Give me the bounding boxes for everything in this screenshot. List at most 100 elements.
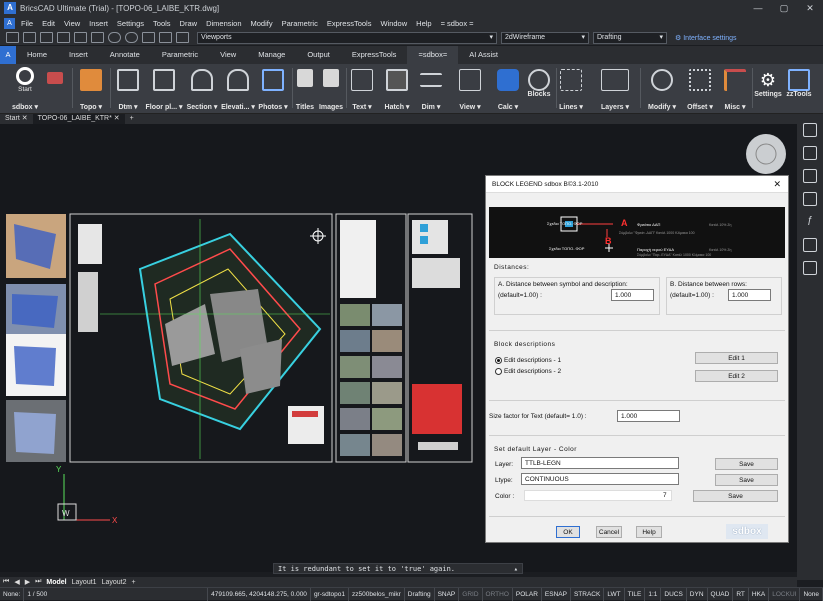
radio-desc-1[interactable]: Edit descriptions - 1 — [495, 357, 561, 364]
tab-layout1[interactable]: Layout1 — [72, 579, 97, 586]
minimize-icon[interactable]: — — [745, 0, 771, 16]
app-menu-icon[interactable]: A — [4, 17, 15, 29]
menu-insert[interactable]: Insert — [89, 19, 108, 28]
menu-edit[interactable]: Edit — [42, 19, 55, 28]
save-icon[interactable] — [40, 32, 53, 43]
toggle-strack[interactable]: STRACK — [571, 587, 605, 601]
tab-output[interactable]: Output — [296, 46, 341, 64]
dist-b-input[interactable]: 1.000 — [728, 289, 771, 301]
size-factor-input[interactable]: 1.000 — [617, 410, 680, 422]
tab-nav-last-icon[interactable]: ⏭ — [35, 578, 41, 586]
open-file-icon[interactable] — [23, 32, 36, 43]
save-layer-button[interactable]: Save — [715, 458, 778, 470]
edit-2-button[interactable]: Edit 2 — [695, 370, 778, 382]
toggle-polar[interactable]: POLAR — [513, 587, 542, 601]
ribbon-settings[interactable]: ⚙ Settings — [754, 64, 782, 114]
menu-window[interactable]: Window — [380, 19, 407, 28]
status-workspace[interactable]: Drafting — [405, 587, 435, 601]
doc-tab-drawing[interactable]: TOPO-06_LAIBE_KTR* ✕ — [32, 114, 125, 124]
workspace-select[interactable]: Drafting ▾ — [593, 31, 667, 44]
tab-view[interactable]: View — [209, 46, 247, 64]
tab-sdbox[interactable]: =sdbox= — [407, 46, 459, 64]
status-none-select[interactable]: None — [800, 587, 823, 601]
command-line[interactable]: It is redundant to set it to 'true' agai… — [273, 563, 523, 574]
add-tab-icon[interactable]: + — [125, 114, 139, 124]
ribbon-sdbox[interactable]: Start sdbox ▾ — [6, 64, 44, 114]
doc-tab-start[interactable]: Start ✕ — [0, 114, 33, 124]
tab-expresstools[interactable]: ExpressTools — [341, 46, 408, 64]
tab-nav-first-icon[interactable]: ⏮ — [3, 578, 9, 586]
layers-panel-icon[interactable] — [803, 146, 817, 160]
tab-parametric[interactable]: Parametric — [151, 46, 209, 64]
menu-draw[interactable]: Draw — [180, 19, 198, 28]
toggle-tile[interactable]: TILE — [625, 587, 646, 601]
menu-parametric[interactable]: Parametric — [282, 19, 318, 28]
ribbon-view[interactable]: View ▾ — [454, 64, 486, 114]
ribbon-titles[interactable]: Titles — [294, 64, 316, 114]
ribbon-images[interactable]: Images — [316, 64, 346, 114]
ribbon-dim[interactable]: Dim ▾ — [416, 64, 446, 114]
tab-nav-next-icon[interactable]: ▶ — [25, 578, 30, 586]
undo-icon[interactable] — [108, 32, 121, 43]
tab-manage[interactable]: Manage — [247, 46, 296, 64]
chevron-up-icon[interactable]: ▴ — [514, 564, 518, 574]
ribbon-elevation[interactable]: Elevati... ▾ — [220, 64, 256, 114]
menu-dimension[interactable]: Dimension — [206, 19, 241, 28]
toggle-scale[interactable]: 1:1 — [645, 587, 662, 601]
ribbon-lines[interactable]: Lines ▾ — [556, 64, 586, 114]
drawing-explorer-icon[interactable] — [803, 238, 817, 252]
menu-file[interactable]: File — [21, 19, 33, 28]
preview-icon[interactable] — [91, 32, 104, 43]
ribbon-hatch[interactable]: Hatch ▾ — [382, 64, 412, 114]
attach-icon[interactable] — [803, 192, 817, 206]
ribbon-layers[interactable]: Layers ▾ — [592, 64, 638, 114]
formula-icon[interactable]: ƒ — [803, 215, 817, 229]
toggle-snap[interactable]: SNAP — [435, 587, 460, 601]
ltype-input[interactable]: CONTINUOUS — [521, 473, 679, 485]
toggle-lockui[interactable]: LOCKUI — [769, 587, 801, 601]
add-layout-icon[interactable]: + — [131, 579, 135, 586]
cancel-button[interactable]: Cancel — [596, 526, 622, 538]
structure-icon[interactable] — [803, 261, 817, 275]
tab-insert[interactable]: Insert — [58, 46, 99, 64]
ribbon-photos[interactable]: Photos ▾ — [256, 64, 290, 114]
application-button[interactable]: A — [0, 46, 16, 64]
help-button[interactable]: Help — [636, 526, 662, 538]
toggle-ortho[interactable]: ORTHO — [483, 587, 513, 601]
toggle-dyn[interactable]: DYN — [687, 587, 708, 601]
save-color-button[interactable]: Save — [693, 490, 778, 502]
color-swatch[interactable] — [524, 490, 672, 501]
tab-annotate[interactable]: Annotate — [99, 46, 151, 64]
menu-tools[interactable]: Tools — [153, 19, 171, 28]
close-icon[interactable]: ✕ — [773, 179, 781, 190]
redo-icon[interactable] — [125, 32, 138, 43]
tab-model[interactable]: Model — [46, 579, 66, 586]
toggle-esnap[interactable]: ESNAP — [542, 587, 571, 601]
close-icon[interactable]: ✕ — [22, 115, 28, 122]
ribbon-blocks[interactable]: Blocks — [524, 64, 554, 114]
dist-a-input[interactable]: 1.000 — [611, 289, 654, 301]
status-scale[interactable]: zz500belos_mikr — [349, 587, 405, 601]
toggle-lwt[interactable]: LWT — [604, 587, 625, 601]
ribbon-zztools[interactable]: zzTools — [784, 64, 814, 114]
toggle-quad[interactable]: QUAD — [708, 587, 734, 601]
tab-home[interactable]: Home — [16, 46, 58, 64]
status-layer[interactable]: gr-sdtopo1 — [311, 587, 350, 601]
menu-view[interactable]: View — [64, 19, 80, 28]
ribbon-text[interactable]: Text ▾ — [348, 64, 376, 114]
ribbon-dtm[interactable]: Dtm ▾ — [112, 64, 144, 114]
toggle-rt[interactable]: RT — [733, 587, 749, 601]
interface-settings-link[interactable]: ⚙ Interface settings — [675, 34, 737, 42]
ribbon-sdbox-extra[interactable] — [44, 64, 66, 114]
ribbon-floor-plans[interactable]: Floor pl... ▾ — [144, 64, 184, 114]
viewports-select[interactable]: Viewports ▾ — [197, 31, 497, 44]
layer-state-icon[interactable] — [142, 32, 155, 43]
tab-nav-prev-icon[interactable]: ◀ — [14, 578, 19, 586]
layer-input[interactable]: TTLB-LEGN — [521, 457, 679, 469]
new-file-icon[interactable] — [6, 32, 19, 43]
maximize-icon[interactable]: ▢ — [771, 0, 797, 16]
ribbon-modify[interactable]: Modify ▾ — [644, 64, 680, 114]
menu-expresstools[interactable]: ExpressTools — [327, 19, 372, 28]
radio-desc-2[interactable]: Edit descriptions - 2 — [495, 368, 561, 375]
visual-style-select[interactable]: 2dWireframe ▾ — [501, 31, 589, 44]
